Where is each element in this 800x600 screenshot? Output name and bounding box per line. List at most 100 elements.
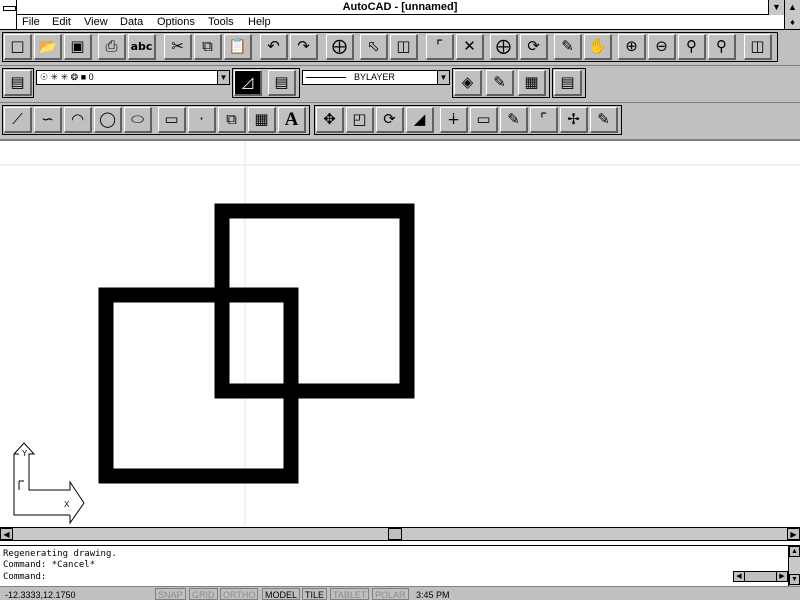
redraw-icon[interactable]: ⟳ [520, 34, 548, 60]
select-icon[interactable]: ⬁ [360, 34, 388, 60]
command-vertical-scrollbar[interactable]: ▲ ▼ [788, 546, 800, 586]
current-layer-icon[interactable]: ◿ [234, 70, 262, 96]
grid-toggle[interactable]: GRID [189, 588, 218, 600]
snap-icon[interactable]: ⨁ [326, 34, 354, 60]
model-toggle[interactable]: MODEL [262, 588, 301, 600]
trim-icon[interactable]: ∔ [440, 107, 468, 133]
command-scroll-up-icon[interactable]: ▲ [789, 546, 800, 557]
horizontal-scrollbar[interactable]: ◀ ▶ [0, 527, 800, 541]
rectangle-icon[interactable]: ▭ [158, 107, 186, 133]
menu-view[interactable]: View [84, 15, 108, 29]
object-properties-toolbar: ▤ ☉ ✳ ✳ ❂ ■ 0 ▼ ◿ ▤ BYLAYER ▼ ◈ ✎ ▦ ▤ [0, 66, 800, 103]
cancel-icon[interactable]: ✕ [456, 34, 484, 60]
command-scroll-right-icon[interactable]: ▶ [776, 572, 787, 581]
snap-toggle[interactable]: SNAP [155, 588, 186, 600]
coordinate-display[interactable]: -12.3333,12.1750 [2, 588, 152, 600]
distance-icon[interactable]: ⌜ [426, 34, 454, 60]
layers-group: ▤ [2, 68, 34, 98]
document-restore-button[interactable]: ♦ [784, 15, 800, 29]
stretch-icon[interactable]: ◢ [406, 107, 434, 133]
circle-icon[interactable]: ◯ [94, 107, 122, 133]
open-icon[interactable]: 📂 [34, 34, 62, 60]
menu-help[interactable]: Help [248, 15, 271, 29]
minimize-button[interactable]: ▼ [768, 0, 784, 15]
document-menu-button[interactable] [0, 15, 17, 29]
ucs-x-label: X [64, 500, 70, 509]
tablet-toggle[interactable]: TABLET [330, 588, 370, 600]
properties-icon[interactable]: ◈ [454, 70, 482, 96]
block-icon[interactable]: ⧉ [218, 107, 246, 133]
chevron-down-icon[interactable]: ▼ [217, 71, 229, 84]
tracking-icon[interactable]: ⨁ [490, 34, 518, 60]
command-history-line-1: Regenerating drawing. [3, 549, 117, 559]
command-scroll-down-icon[interactable]: ▼ [789, 574, 800, 585]
command-prompt[interactable]: Command: [3, 572, 46, 583]
color-icon[interactable]: ▤ [268, 70, 296, 96]
zoom-all-icon[interactable]: ⚲ [708, 34, 736, 60]
save-icon[interactable]: ▣ [64, 34, 92, 60]
zoom-window-icon[interactable]: ⚲ [678, 34, 706, 60]
ellipse-icon[interactable]: ⬭ [124, 107, 152, 133]
pan-icon[interactable]: ✎ [554, 34, 582, 60]
draw-toolbar: ⟋ ∽ ◠ ◯ ⬭ ▭ · ⧉ ▦ A [2, 105, 310, 135]
tiled-view-icon[interactable]: ◫ [744, 34, 772, 60]
zoom-in-icon[interactable]: ⊕ [618, 34, 646, 60]
linetype-preview [306, 77, 346, 79]
edit-icon[interactable]: ✎ [500, 107, 528, 133]
menu-edit[interactable]: Edit [52, 15, 71, 29]
hand-icon[interactable]: ✋ [584, 34, 612, 60]
layer-dropdown[interactable]: ☉ ✳ ✳ ❂ ■ 0 ▼ [36, 70, 230, 85]
menu-options[interactable]: Options [157, 15, 195, 29]
layers-icon[interactable]: ▤ [4, 70, 32, 96]
rectangle-modify-icon[interactable]: ▭ [470, 107, 498, 133]
tile-toggle[interactable]: TILE [302, 588, 328, 600]
rotate-icon[interactable]: ⟳ [376, 107, 404, 133]
report-icon[interactable]: ▤ [554, 70, 582, 96]
chevron-down-icon[interactable]: ▼ [437, 71, 449, 84]
redo-icon[interactable]: ↷ [290, 34, 318, 60]
spelling-icon[interactable]: abc [128, 34, 156, 60]
cut-icon[interactable]: ✂ [164, 34, 192, 60]
polyline-icon[interactable]: ∽ [34, 107, 62, 133]
text-icon[interactable]: A [278, 107, 306, 133]
point-icon[interactable]: · [188, 107, 216, 133]
layer-dropdown-value: ☉ ✳ ✳ ❂ ■ 0 [40, 72, 94, 82]
move-icon[interactable]: ✥ [316, 107, 344, 133]
zoom-out-icon[interactable]: ⊖ [648, 34, 676, 60]
polar-toggle[interactable]: POLAR [372, 588, 409, 600]
menu-tools[interactable]: Tools [208, 15, 234, 29]
line-icon[interactable]: ⟋ [4, 107, 32, 133]
aerial-view-icon[interactable]: ◫ [390, 34, 418, 60]
print-icon[interactable]: ⎙ [98, 34, 126, 60]
status-bar: -12.3333,12.1750 SNAP GRID ORTHO MODEL T… [0, 586, 800, 600]
copy-icon[interactable]: ⧉ [194, 34, 222, 60]
menu-data[interactable]: Data [120, 15, 143, 29]
title-bar: AutoCAD - [unnamed] ▼ ▲ [0, 0, 800, 15]
scroll-thumb[interactable] [388, 528, 402, 540]
layer-tools-group: ◿ ▤ [232, 68, 300, 98]
maximize-button[interactable]: ▲ [784, 0, 800, 15]
paste-icon[interactable]: 📋 [224, 34, 252, 60]
explode-icon[interactable]: ✢ [560, 107, 588, 133]
fillet-icon[interactable]: ⌜ [530, 107, 558, 133]
scroll-right-arrow-icon[interactable]: ▶ [787, 528, 800, 540]
hatch-icon[interactable]: ▦ [248, 107, 276, 133]
arc-icon[interactable]: ◠ [64, 107, 92, 133]
command-horizontal-scrollbar[interactable]: ◀ ▶ [733, 571, 788, 582]
menu-file[interactable]: File [22, 15, 40, 29]
copy-object-icon[interactable]: ◰ [346, 107, 374, 133]
scroll-left-arrow-icon[interactable]: ◀ [0, 528, 13, 540]
match-properties-icon[interactable]: ✎ [486, 70, 514, 96]
modify-toolbar: ✥ ◰ ⟳ ◢ ∔ ▭ ✎ ⌜ ✢ ✎ [314, 105, 622, 135]
list-icon[interactable]: ▦ [518, 70, 546, 96]
linetype-dropdown[interactable]: BYLAYER ▼ [302, 70, 450, 85]
undo-icon[interactable]: ↶ [260, 34, 288, 60]
ortho-toggle[interactable]: ORTHO [220, 588, 259, 600]
new-icon[interactable]: □ [4, 34, 32, 60]
draw-modify-toolbar: ⟋ ∽ ◠ ◯ ⬭ ▭ · ⧉ ▦ A ✥ ◰ ⟳ ◢ ∔ ▭ ✎ ⌜ ✢ ✎ [0, 103, 800, 140]
command-history-line-2: Command: *Cancel* [3, 560, 96, 570]
erase-icon[interactable]: ✎ [590, 107, 618, 133]
drawing-area[interactable]: Y X [0, 140, 800, 528]
report-group: ▤ [552, 68, 586, 98]
command-scroll-left-icon[interactable]: ◀ [734, 572, 745, 581]
